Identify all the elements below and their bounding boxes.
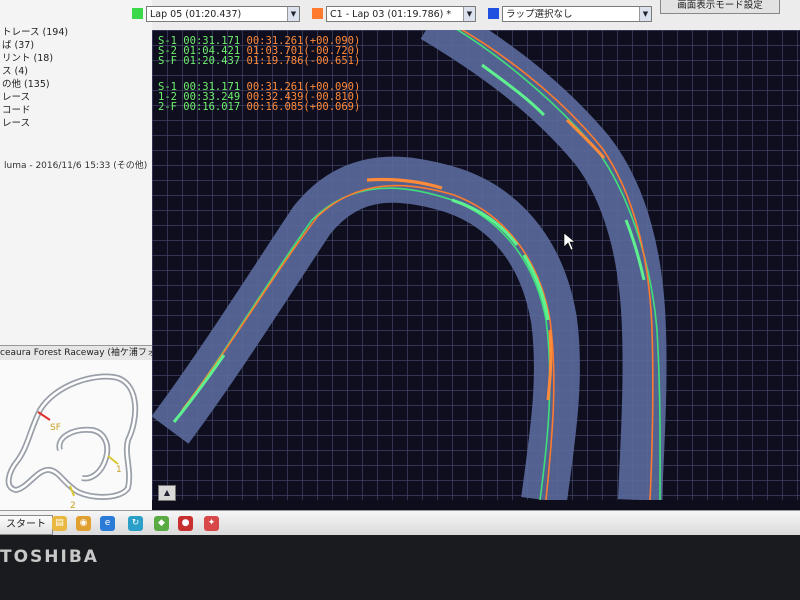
- minimap-track-outline: [5, 373, 139, 500]
- mouse-cursor-icon: [563, 232, 576, 251]
- ie-icon[interactable]: e: [100, 516, 115, 531]
- session-label[interactable]: luma - 2016/11/6 15:33 (その他): [4, 158, 147, 171]
- lap-toolbar: Lap 05 (01:20.437) ▼ C1 - Lap 03 (01:19.…: [132, 0, 800, 31]
- time-row-label: 2-F: [158, 101, 177, 113]
- tree-item[interactable]: トレース (194): [0, 26, 150, 39]
- tree-item[interactable]: の他 (135): [0, 78, 150, 91]
- screen: トレース (194) ば (37) リント (18) ス (4) の他 (135…: [0, 0, 800, 535]
- display-mode-button[interactable]: 画面表示モード設定: [660, 0, 780, 14]
- left-panel: トレース (194) ば (37) リント (18) ス (4) の他 (135…: [0, 0, 154, 345]
- lap-b-select-value: C1 - Lap 03 (01:19.786) *: [330, 9, 452, 20]
- lap-b-select[interactable]: C1 - Lap 03 (01:19.786) * ▼: [326, 6, 476, 22]
- folder-icon[interactable]: ▤: [52, 516, 67, 531]
- lap-a-select[interactable]: Lap 05 (01:20.437) ▼: [146, 6, 300, 22]
- chevron-down-icon[interactable]: ▼: [287, 7, 299, 21]
- taskbar: スタート ▤ ◉ e ↻ ◆ ● ✦: [0, 510, 800, 535]
- time-row-compare: 01:19.786(-00.651): [246, 55, 361, 67]
- sf-label: SF: [50, 423, 61, 433]
- app-icon[interactable]: ●: [178, 516, 193, 531]
- refresh-icon[interactable]: ↻: [128, 516, 143, 531]
- track-map-view[interactable]: S-1 00:31.171 00:31.261(+00.090) S-2 01:…: [152, 30, 800, 500]
- time-row-label: S-F: [158, 55, 177, 67]
- time-row: 2-F 00:16.017 00:16.085(+00.069): [158, 101, 361, 113]
- media-icon[interactable]: ◉: [76, 516, 91, 531]
- lap-c-select-value: ラップ選択なし: [506, 9, 573, 20]
- scroll-up-button[interactable]: ▲: [158, 485, 176, 501]
- tree-item[interactable]: コード: [0, 104, 150, 117]
- lap-a-color-swatch: [132, 8, 143, 19]
- lap-c-color-swatch: [488, 8, 499, 19]
- app-icon[interactable]: ◆: [154, 516, 169, 531]
- tree-item[interactable]: リント (18): [0, 52, 150, 65]
- device-brand-logo: TOSHIBA: [0, 547, 99, 567]
- lap-b-color-swatch: [312, 8, 323, 19]
- sector-1-label: 1: [116, 465, 122, 475]
- time-row: S-F 01:20.437 01:19.786(-00.651): [158, 55, 361, 67]
- chevron-down-icon[interactable]: ▼: [463, 7, 475, 21]
- sector-2-label: 2: [70, 501, 76, 510]
- chevron-down-icon[interactable]: ▼: [639, 7, 651, 21]
- session-tree[interactable]: トレース (194) ば (37) リント (18) ス (4) の他 (135…: [0, 26, 150, 130]
- sector-1-marker: [107, 455, 119, 465]
- time-row-base: 00:16.017: [183, 101, 241, 113]
- start-button[interactable]: スタート: [0, 515, 53, 535]
- tree-item[interactable]: ス (4): [0, 65, 150, 78]
- tree-item[interactable]: レース: [0, 117, 150, 130]
- tree-item[interactable]: レース: [0, 91, 150, 104]
- track-name-header: ceaura Forest Raceway (袖ケ浦フォ: [0, 345, 152, 361]
- time-row-compare: 00:16.085(+00.069): [246, 101, 361, 113]
- lap-c-select[interactable]: ラップ選択なし ▼: [502, 6, 652, 22]
- track-minimap[interactable]: SF 1 2: [0, 360, 152, 511]
- tree-item[interactable]: ば (37): [0, 39, 150, 52]
- lap-a-select-value: Lap 05 (01:20.437): [150, 9, 242, 20]
- time-row-base: 01:20.437: [183, 55, 241, 67]
- satellite-icon[interactable]: ✦: [204, 516, 219, 531]
